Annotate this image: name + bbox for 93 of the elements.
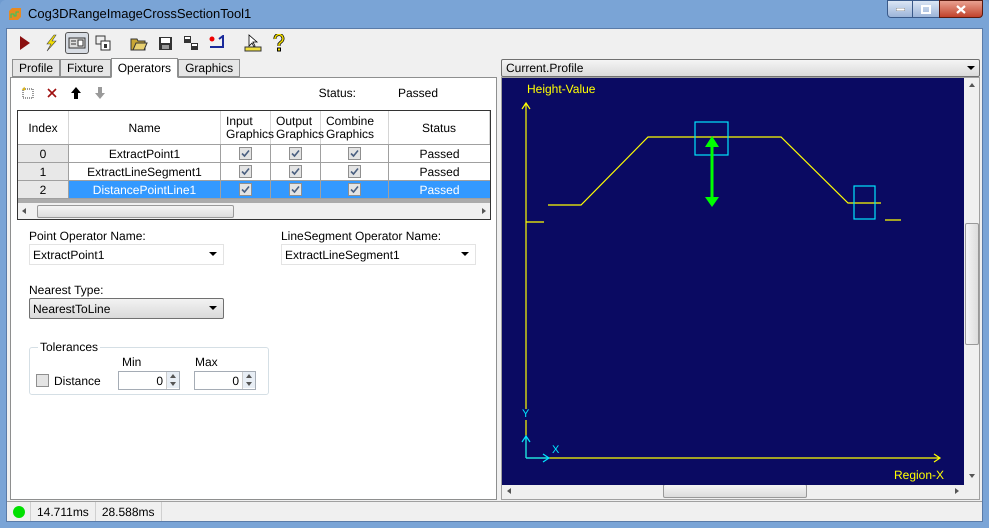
row-index: 0 bbox=[18, 145, 69, 162]
dropdown[interactable]: ExtractPoint1 bbox=[29, 244, 224, 265]
tab[interactable]: Profile bbox=[12, 59, 60, 77]
tab[interactable]: Operators bbox=[110, 58, 178, 78]
checkbox[interactable] bbox=[289, 165, 302, 178]
spin-down-icon[interactable] bbox=[167, 380, 179, 388]
roi-box bbox=[853, 185, 876, 220]
group-title: Tolerances bbox=[39, 341, 100, 353]
spin-up-icon[interactable] bbox=[243, 372, 255, 380]
table-row[interactable]: 0 ExtractPoint1 Passed bbox=[18, 145, 490, 163]
spin-down-icon[interactable] bbox=[243, 380, 255, 388]
floppy-disks-icon bbox=[183, 35, 199, 51]
play-icon bbox=[19, 35, 31, 51]
timing-text: 28.588ms bbox=[96, 502, 162, 521]
table-cell-text: Passed bbox=[418, 164, 461, 180]
help-icon bbox=[273, 34, 285, 52]
close-button[interactable] bbox=[939, 0, 983, 18]
tab[interactable]: Graphics bbox=[178, 59, 240, 77]
axis-marker: X bbox=[552, 445, 560, 456]
lightning-icon bbox=[44, 34, 58, 52]
table-cell: ExtractLineSegment1 bbox=[69, 163, 221, 180]
checkbox[interactable] bbox=[289, 147, 302, 160]
panel-icon bbox=[68, 36, 86, 50]
roi-box bbox=[694, 121, 729, 156]
timing-text: 14.711ms bbox=[31, 502, 96, 521]
scroll-up-icon[interactable] bbox=[968, 82, 976, 88]
scroll-down-icon[interactable] bbox=[968, 473, 976, 479]
dropdown-caret-icon bbox=[209, 306, 217, 311]
folder-icon bbox=[130, 36, 148, 50]
return-arrow-icon bbox=[208, 35, 226, 51]
scroll-right-icon[interactable] bbox=[480, 207, 488, 215]
column-header[interactable]: Status bbox=[389, 111, 490, 144]
maximize-icon bbox=[921, 4, 931, 14]
pointer-ruler-icon bbox=[244, 34, 262, 52]
dropdown-caret-icon bbox=[461, 252, 469, 257]
down-arrow-icon bbox=[94, 86, 106, 100]
checkbox[interactable] bbox=[348, 165, 361, 178]
table-row[interactable]: 1 ExtractLineSegment1 Passed bbox=[18, 163, 490, 181]
minimize-button[interactable] bbox=[887, 0, 913, 18]
table-cell-text: Passed bbox=[418, 182, 461, 198]
column-header[interactable]: Index bbox=[18, 111, 69, 144]
dropdown[interactable]: NearestToLine bbox=[29, 298, 224, 319]
new-item-icon bbox=[21, 86, 35, 100]
windows-icon bbox=[95, 35, 111, 51]
column-header[interactable]: Name bbox=[69, 111, 221, 144]
checkbox[interactable] bbox=[239, 165, 252, 178]
table-cell-text: Passed bbox=[418, 146, 461, 162]
tab[interactable]: Fixture bbox=[60, 59, 111, 77]
number-field[interactable]: 0 bbox=[118, 371, 180, 390]
field-label: Point Operator Name: bbox=[29, 229, 147, 243]
profile-dropdown[interactable]: Current.Profile bbox=[501, 59, 980, 77]
window-title: Cog3DRangeImageCrossSectionTool1 bbox=[28, 5, 252, 24]
origin-axes-icon bbox=[521, 434, 550, 463]
field-label: Min bbox=[121, 354, 142, 371]
column-header[interactable]: Input Graphics bbox=[221, 111, 271, 144]
axis-label: Height-Value bbox=[527, 81, 596, 98]
panel-button[interactable] bbox=[65, 32, 89, 54]
spin-up-icon[interactable] bbox=[167, 372, 179, 380]
table-cell: DistancePointLine1 bbox=[69, 181, 221, 198]
scroll-left-icon[interactable] bbox=[505, 487, 513, 495]
dropdown-caret-icon bbox=[967, 66, 975, 70]
checkbox[interactable] bbox=[239, 147, 252, 160]
status-label: Status: bbox=[318, 85, 356, 102]
field-label: LineSegment Operator Name: bbox=[281, 229, 442, 243]
dropdown-caret-icon bbox=[209, 252, 217, 257]
row-index: 2 bbox=[18, 181, 69, 198]
dropdown[interactable]: ExtractLineSegment1 bbox=[281, 244, 476, 265]
number-field[interactable]: 0 bbox=[194, 371, 256, 390]
checkbox[interactable] bbox=[348, 183, 361, 196]
distance-arrow bbox=[705, 136, 719, 207]
field-label: Max bbox=[195, 354, 218, 371]
scroll-right-icon[interactable] bbox=[953, 487, 961, 495]
delete-icon bbox=[46, 87, 58, 99]
field-label: Nearest Type: bbox=[29, 283, 104, 297]
checkbox[interactable] bbox=[239, 183, 252, 196]
scrollbar-thumb[interactable] bbox=[964, 223, 978, 345]
table-row[interactable]: 2 DistancePointLine1 Passed bbox=[18, 181, 490, 199]
scroll-left-icon[interactable] bbox=[20, 207, 28, 215]
app-icon bbox=[8, 7, 22, 21]
table-cell: ExtractPoint1 bbox=[69, 145, 221, 162]
minimize-icon bbox=[896, 8, 904, 10]
axis-label: Region-X bbox=[894, 467, 944, 484]
distance-checkbox[interactable]: Distance bbox=[36, 372, 118, 390]
close-icon bbox=[956, 4, 966, 14]
status-value: Passed bbox=[398, 85, 438, 102]
axis-marker: Y bbox=[522, 409, 530, 420]
scrollbar-thumb[interactable] bbox=[663, 484, 807, 498]
scrollbar-thumb[interactable] bbox=[37, 204, 234, 218]
checkbox[interactable] bbox=[348, 147, 361, 160]
up-arrow-icon bbox=[70, 86, 82, 100]
maximize-button[interactable] bbox=[913, 0, 939, 18]
checkbox[interactable] bbox=[289, 183, 302, 196]
row-index: 1 bbox=[18, 163, 69, 180]
